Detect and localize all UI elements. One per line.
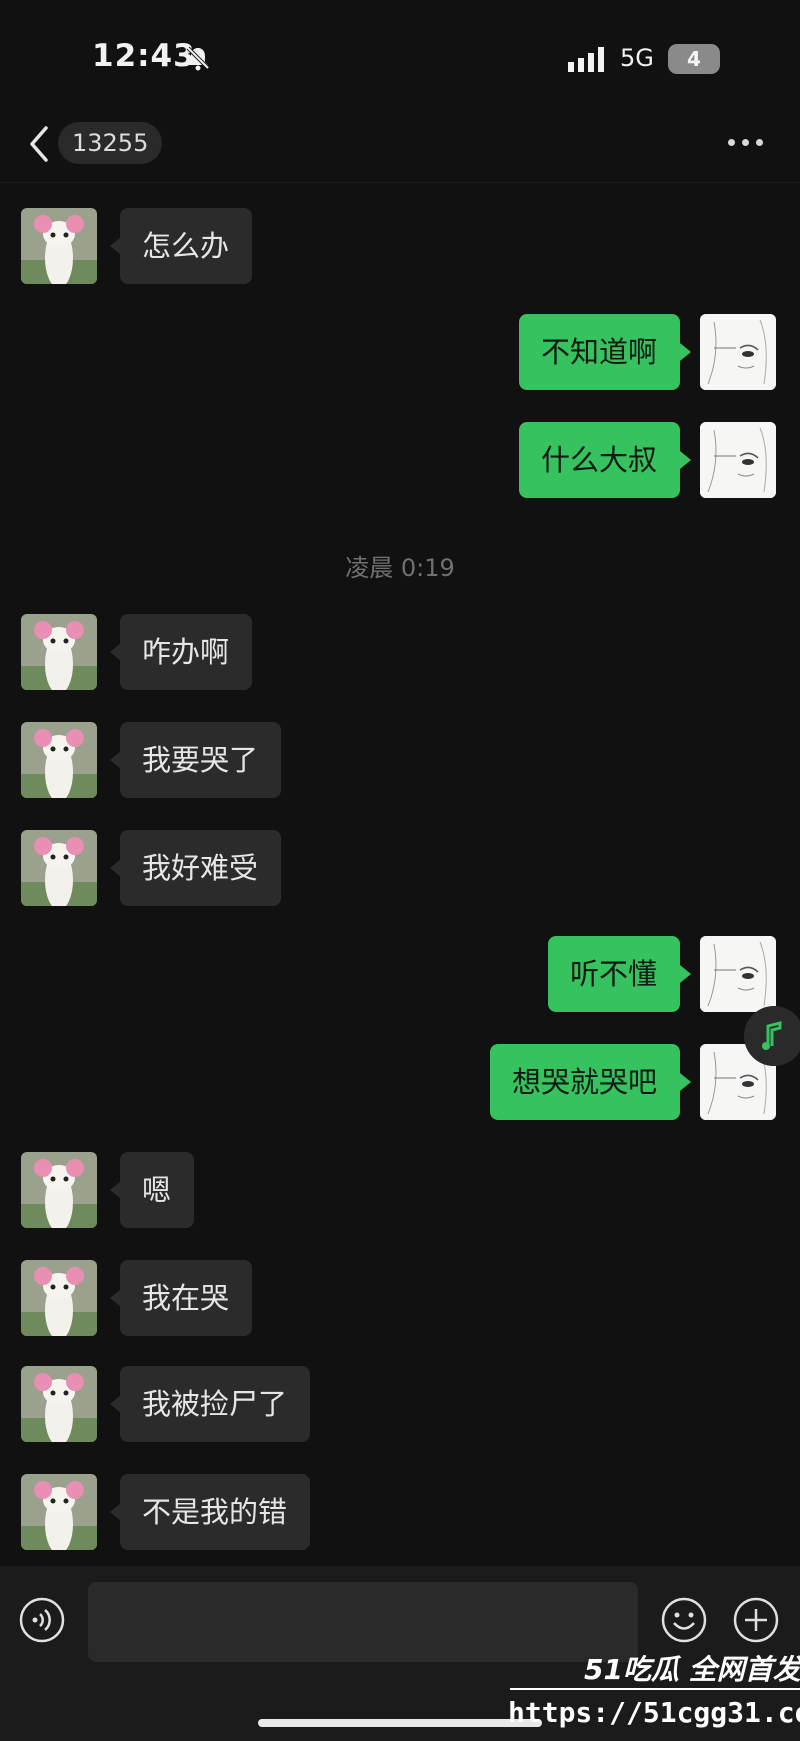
bubble-tail <box>680 1073 691 1091</box>
bubble-tail <box>110 237 121 255</box>
contact-avatar[interactable] <box>21 1152 97 1228</box>
network-type: 5G <box>620 44 654 72</box>
incoming-message[interactable]: 我在哭 <box>120 1260 252 1336</box>
bubble-tail <box>110 1395 121 1413</box>
home-indicator[interactable] <box>258 1719 542 1727</box>
incoming-message[interactable]: 嗯 <box>120 1152 194 1228</box>
my-avatar[interactable] <box>700 422 776 498</box>
incoming-message[interactable]: 不是我的错 <box>120 1474 310 1550</box>
signal-icon <box>568 47 604 72</box>
contact-avatar[interactable] <box>21 1474 97 1550</box>
incoming-message[interactable]: 咋办啊 <box>120 614 252 690</box>
incoming-message[interactable]: 我好难受 <box>120 830 281 906</box>
outgoing-message[interactable]: 听不懂 <box>548 936 680 1012</box>
watermark-divider <box>510 1688 800 1690</box>
incoming-message[interactable]: 我要哭了 <box>120 722 281 798</box>
more-dots-icon[interactable] <box>726 128 766 158</box>
bubble-tail <box>110 1503 121 1521</box>
my-avatar[interactable] <box>700 314 776 390</box>
contact-avatar[interactable] <box>21 208 97 284</box>
bell-muted-icon <box>186 46 210 71</box>
my-avatar[interactable] <box>700 936 776 1012</box>
incoming-message[interactable]: 怎么办 <box>120 208 252 284</box>
watermark-title: 51吃瓜 全网首发 <box>584 1653 800 1686</box>
status-bar: 12:43 5G 4 <box>0 0 800 110</box>
emoji-icon[interactable] <box>660 1596 708 1644</box>
outgoing-message[interactable]: 什么大叔 <box>519 422 680 498</box>
plus-icon[interactable] <box>732 1596 780 1644</box>
outgoing-message[interactable]: 想哭就哭吧 <box>490 1044 680 1120</box>
bubble-tail <box>680 343 691 361</box>
contact-avatar[interactable] <box>21 614 97 690</box>
bubble-tail <box>110 751 121 769</box>
bubble-tail <box>680 965 691 983</box>
watermark: 51吃瓜 全网首发 https://51cgg31.com <box>508 1646 800 1741</box>
bubble-tail <box>110 1181 121 1199</box>
status-time: 12:43 <box>92 38 196 74</box>
back-chevron-icon[interactable] <box>28 124 50 164</box>
contact-avatar[interactable] <box>21 830 97 906</box>
contact-avatar[interactable] <box>21 722 97 798</box>
bubble-tail <box>110 1289 121 1307</box>
contact-avatar[interactable] <box>21 1260 97 1336</box>
watermark-url: https://51cgg31.com <box>508 1696 800 1729</box>
outgoing-message[interactable]: 不知道啊 <box>519 314 680 390</box>
bubble-tail <box>110 859 121 877</box>
chat-title[interactable]: 13255 <box>58 122 163 164</box>
bubble-tail <box>110 643 121 661</box>
voice-icon[interactable] <box>18 1596 66 1644</box>
time-divider: 凌晨 0:19 <box>345 554 455 582</box>
battery-indicator: 4 <box>668 44 720 74</box>
incoming-message[interactable]: 我被捡尸了 <box>120 1366 310 1442</box>
contact-avatar[interactable] <box>21 1366 97 1442</box>
music-note-icon[interactable] <box>744 1006 800 1066</box>
bubble-tail <box>680 451 691 469</box>
